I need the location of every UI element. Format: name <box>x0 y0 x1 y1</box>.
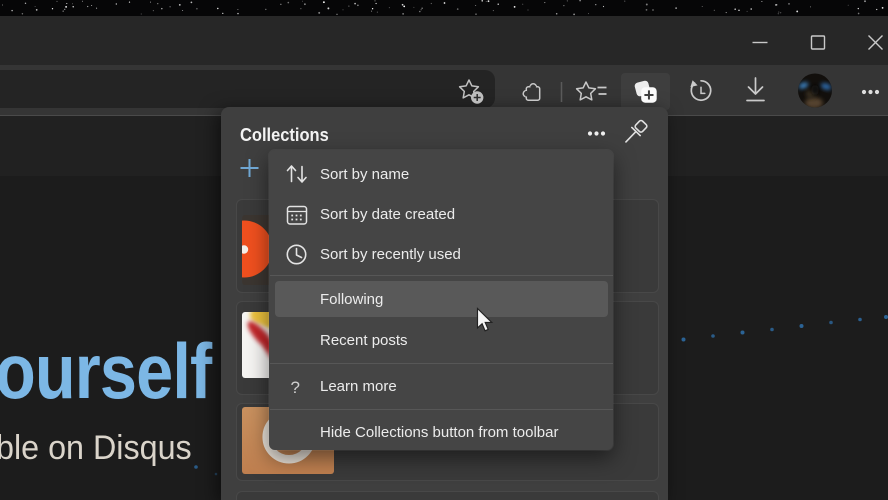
svg-text:?: ? <box>291 378 300 397</box>
